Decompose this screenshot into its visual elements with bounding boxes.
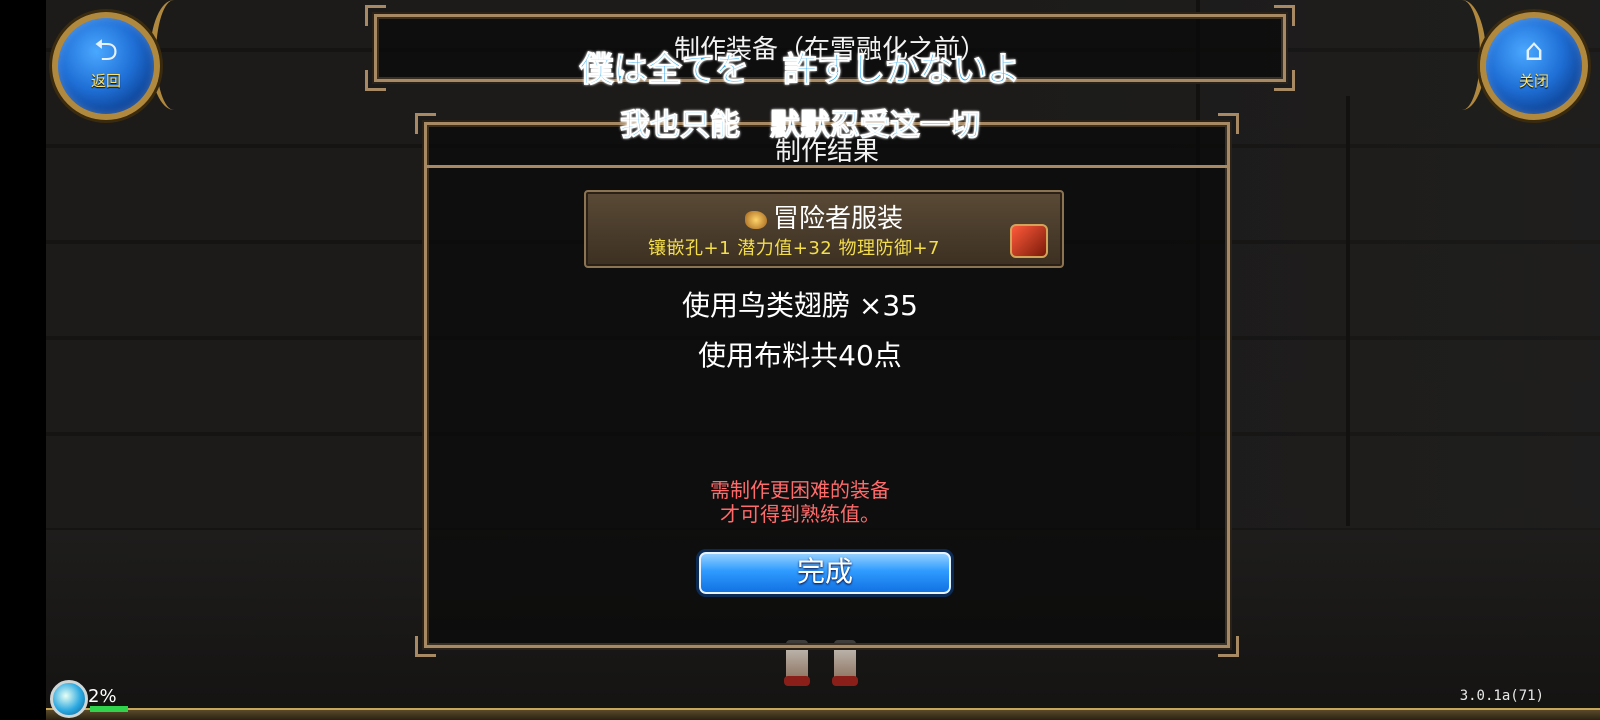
exp-orb-icon xyxy=(50,680,88,718)
item-stats: 镶嵌孔+1 潜力值+32 物理防御+7 xyxy=(648,238,940,259)
item-name: 冒险者服装 xyxy=(772,204,903,234)
character-shoe xyxy=(784,676,810,686)
item-panel: 冒险者服装 镶嵌孔+1 潜力值+32 物理防御+7 xyxy=(584,190,1064,268)
exp-percent: 2% xyxy=(88,686,117,707)
subtitle-chinese: 我也只能 默默忍受这一切 xyxy=(620,108,981,144)
version-text: 3.0.1a(71) xyxy=(1459,688,1544,704)
usage-line: 使用布料共40点 xyxy=(698,339,902,372)
item-name-row: 冒险者服装 xyxy=(586,198,1062,235)
chest-icon xyxy=(1010,224,1048,258)
subtitle-japanese: 僕は全てを 許すしかないよ xyxy=(579,50,1021,91)
warning-line: 需制作更困难的装备 xyxy=(710,478,890,502)
done-button[interactable]: 完成 xyxy=(696,549,954,597)
character-shoe xyxy=(832,676,858,686)
gem-icon xyxy=(744,210,767,229)
usage-line: 使用鸟类翅膀 ×35 xyxy=(682,289,918,322)
warning-line: 才可得到熟练值。 xyxy=(720,502,880,526)
exp-bar xyxy=(46,706,1600,720)
